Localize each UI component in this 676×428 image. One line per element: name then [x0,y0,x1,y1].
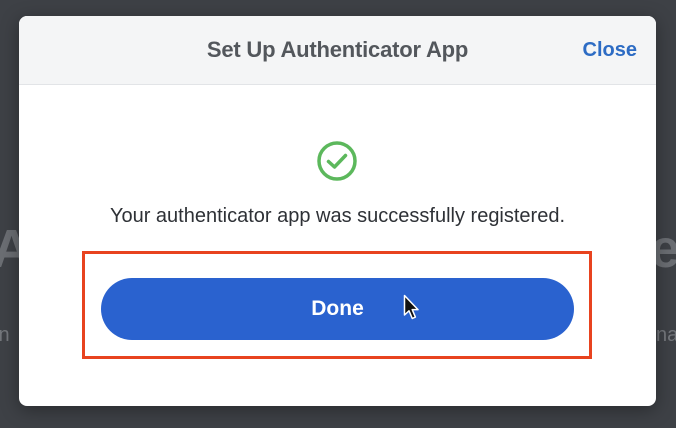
close-link[interactable]: Close [583,39,637,62]
check-circle-icon [317,141,357,181]
success-message: Your authenticator app was successfully … [109,205,566,227]
done-button[interactable]: Done [101,278,574,340]
background-text-fragment-right: na [656,324,676,346]
dialog-title: Set Up Authenticator App [206,37,469,62]
setup-authenticator-dialog: Set Up Authenticator App Close Your auth… [19,16,656,406]
mouse-pointer-icon [403,294,419,320]
background-text-fragment-left: in [0,324,10,346]
dialog-header: Set Up Authenticator App Close [19,16,656,85]
